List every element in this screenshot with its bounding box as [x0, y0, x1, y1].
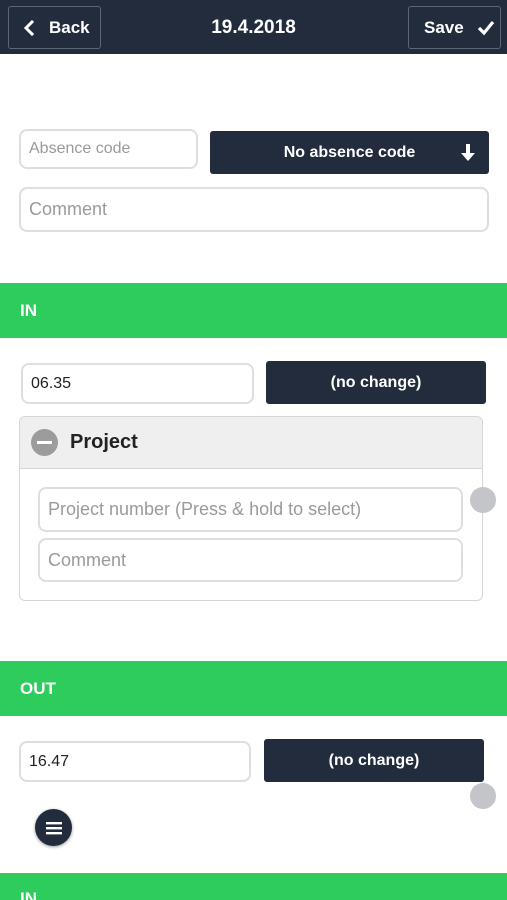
in-no-change-label: (no change) — [330, 373, 422, 391]
absence-code-input[interactable]: Absence code — [19, 129, 198, 169]
out-section-label: OUT — [20, 678, 56, 698]
top-bar: Back 19.4.2018 Save — [0, 0, 507, 54]
in-no-change-button[interactable]: (no change) — [266, 361, 486, 404]
absence-dropdown-label: No absence code — [283, 143, 416, 161]
project-title: Project — [70, 431, 138, 453]
project-comment-field[interactable]: Comment — [38, 538, 463, 582]
project-comment-placeholder: Comment — [48, 549, 127, 570]
drag-handle[interactable] — [470, 783, 496, 809]
out-time-field[interactable]: 16.47 — [19, 741, 251, 782]
next-in-section-label: IN — [20, 889, 37, 900]
out-time-value: 16.47 — [29, 752, 70, 770]
in-time-field[interactable]: 06.35 — [21, 363, 254, 404]
absence-code-placeholder: Absence code — [29, 140, 131, 157]
in-section-label: IN — [20, 300, 37, 320]
project-header[interactable]: Project — [20, 417, 482, 469]
next-in-section-band: IN — [0, 873, 507, 900]
hamburger-menu-icon — [45, 821, 62, 834]
save-label: Save — [424, 17, 464, 37]
page-title: 19.4.2018 — [211, 17, 296, 38]
back-label: Back — [49, 17, 90, 37]
save-button[interactable]: Save — [408, 6, 501, 49]
project-number-field[interactable]: Project number (Press & hold to select) — [38, 487, 463, 532]
drag-handle[interactable] — [470, 487, 496, 513]
out-section-band: OUT — [0, 661, 507, 716]
absence-code-dropdown[interactable]: No absence code — [210, 131, 489, 174]
minus-circle-icon[interactable] — [31, 429, 58, 456]
in-section-band: IN — [0, 283, 507, 338]
out-no-change-label: (no change) — [328, 751, 420, 769]
arrow-down-icon — [461, 144, 475, 161]
absence-comment-placeholder: Comment — [29, 199, 108, 219]
project-number-placeholder: Project number (Press & hold to select) — [48, 499, 362, 519]
out-no-change-button[interactable]: (no change) — [264, 739, 484, 782]
in-time-value: 06.35 — [31, 374, 72, 392]
chevron-left-icon — [23, 19, 35, 36]
menu-button[interactable] — [35, 809, 72, 846]
checkmark-icon — [477, 20, 494, 35]
absence-comment-field[interactable]: Comment — [19, 187, 489, 232]
back-button[interactable]: Back — [8, 6, 101, 49]
